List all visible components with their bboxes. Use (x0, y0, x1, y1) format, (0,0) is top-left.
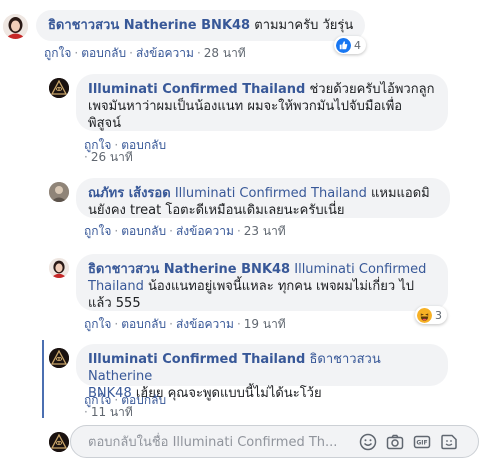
illuminati-logo-icon (49, 348, 69, 368)
reply-link[interactable]: ตอบกลับ (121, 317, 166, 331)
gif-icon[interactable]: GIF (412, 432, 432, 452)
camera-icon[interactable] (385, 432, 405, 452)
avatar[interactable] (49, 182, 69, 202)
separator-dot: · (169, 224, 173, 238)
mention-link[interactable]: Thailand (88, 279, 144, 294)
timestamp[interactable]: 19 นาที (244, 317, 286, 331)
avatar[interactable] (49, 78, 69, 98)
reply-input[interactable] (86, 432, 345, 453)
comment-bubble: ธิดาชาวสวน Natherine BNK48 ตามมาครับ วัย… (36, 10, 366, 41)
like-link[interactable]: ถูกใจ (84, 224, 111, 238)
avatar (49, 432, 69, 452)
svg-text:GIF: GIF (416, 440, 427, 447)
separator-dot: · (84, 405, 88, 419)
like-link[interactable]: ถูกใจ (44, 46, 71, 60)
reply-input-box: GIF (70, 425, 479, 458)
comment-text: แล้ว 555 (88, 296, 141, 311)
illuminati-logo-icon (49, 432, 69, 452)
avatar[interactable] (3, 14, 28, 39)
comment-actions: ถูกใจ · ตอบกลับ · ส่งข้อความ · 23 นาที (84, 223, 286, 239)
mention-link[interactable]: Illuminati Confirmed (294, 262, 426, 277)
separator-dot: · (196, 46, 201, 60)
comment-text: นยังคง treat โอตะดีเหมือนเดิมเลยนะครับเน… (88, 203, 345, 218)
thread-highlight-line (42, 340, 44, 418)
profile-photo-icon (49, 258, 69, 278)
comment-bubble: Illuminati Confirmed Thailand ธิดาชาวสวน… (76, 344, 448, 401)
timestamp[interactable]: 28 นาที (204, 46, 246, 60)
comment-author[interactable]: ธิดาชาวสวน Natherine BNK48 (88, 262, 290, 277)
avatar[interactable] (49, 258, 69, 278)
separator-dot: · (114, 317, 119, 331)
separator-dot: · (169, 317, 173, 331)
separator-dot: · (236, 224, 241, 238)
timestamp[interactable]: 23 นาที (244, 224, 286, 238)
separator-dot: · (84, 150, 88, 164)
send-message-link[interactable]: ส่งข้อความ (176, 224, 234, 238)
like-link[interactable]: ถูกใจ (84, 317, 111, 331)
comment-author[interactable]: Illuminati Confirmed Thailand (88, 82, 305, 97)
send-message-link[interactable]: ส่งข้อความ (176, 317, 234, 331)
haha-icon (417, 307, 432, 323)
send-message-link[interactable]: ส่งข้อความ (136, 46, 194, 60)
comment-bubble: Illuminati Confirmed Thailand ช่วยด้วยคร… (76, 74, 448, 131)
like-icon (336, 37, 351, 53)
comment-actions: · 11 นาที (84, 404, 133, 420)
comment-text: เพจมันหาว่าผมเป็นน้องแนท ผมจะให้พวกมันไป… (88, 99, 403, 114)
comment-actions: ถูกใจ · ตอบกลับ · ส่งข้อความ · 28 นาที (44, 45, 246, 61)
comment-author[interactable]: ณภัทร เส้งรอด (88, 186, 171, 201)
comment-author[interactable]: ธิดาชาวสวน Natherine BNK48 (48, 18, 250, 33)
comment-bubble: ณภัทร เส้งรอด Illuminati Confirmed Thail… (76, 178, 450, 218)
comment-bubble: ธิดาชาวสวน Natherine BNK48 Illuminati Co… (76, 254, 448, 311)
separator-dot: · (129, 46, 133, 60)
comment-text: ตามมาครับ วัยรุ่น (254, 18, 354, 33)
reaction-summary[interactable]: 3 (415, 306, 447, 324)
mention-link[interactable]: Illuminati Confirmed Thailand (175, 186, 367, 201)
separator-dot: · (74, 46, 79, 60)
reaction-count: 3 (435, 308, 442, 322)
reply-link[interactable]: ตอบกลับ (81, 46, 126, 60)
avatar[interactable] (49, 348, 69, 368)
reply-link[interactable]: ตอบกลับ (121, 224, 166, 238)
separator-dot: · (236, 317, 241, 331)
reaction-count: 4 (354, 38, 361, 52)
illuminati-logo-icon (49, 78, 69, 98)
emoji-icon[interactable] (358, 432, 378, 452)
timestamp[interactable]: 11 นาที (91, 405, 133, 419)
comment-text: น้องแนทอยู่เพจนี้แหละ ทุกคน เพจผมไม่เกี่… (147, 279, 415, 294)
comment-text: ช่วยด้วยครับไอ้พวกลูก (309, 82, 435, 97)
comment-actions: ถูกใจ · ตอบกลับ · ส่งข้อความ · 19 นาที (84, 316, 286, 332)
comment-text: พิสูจน์ (88, 116, 122, 131)
comment-actions: · 26 นาที (84, 149, 133, 165)
separator-dot: · (114, 224, 119, 238)
reaction-summary[interactable]: 4 (334, 36, 366, 54)
sticker-icon[interactable] (439, 432, 459, 452)
comment-text: แหมแอดมิ (371, 186, 430, 201)
timestamp[interactable]: 26 นาที (91, 150, 133, 164)
profile-photo-icon (49, 182, 69, 202)
profile-photo-icon (3, 14, 28, 39)
comment-author[interactable]: Illuminati Confirmed Thailand (88, 352, 305, 367)
